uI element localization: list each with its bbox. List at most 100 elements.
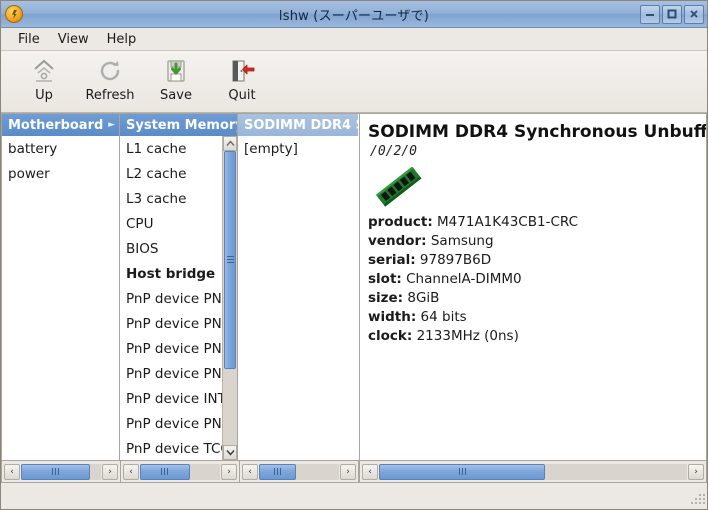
detail-property: width: 64 bits [368, 308, 706, 327]
up-arrow-icon [30, 56, 58, 86]
property-value: ChannelA-DIMM0 [401, 271, 522, 287]
list-item[interactable]: CPU [120, 212, 222, 237]
toolbar-label-save: Save [160, 88, 192, 103]
column-browser: Motherboard ► battery power System Memor… [1, 113, 359, 483]
scroll-right-button[interactable]: › [340, 463, 356, 480]
title-bar[interactable]: lshw (スーパーユーザで) [1, 1, 707, 28]
column-header-sodimm[interactable]: SODIMM DDR4 S [238, 114, 358, 136]
memory-module-icon [372, 166, 426, 207]
hscroll-thumb [140, 463, 190, 480]
browser-column-system-memory: System Memory L1 cache L2 cache L3 cache CP… [120, 114, 238, 460]
column-header-label: SODIMM DDR4 S [244, 117, 358, 133]
toolbar-label-up: Up [35, 88, 53, 103]
toolbar-button-up[interactable]: Up [11, 56, 77, 110]
column-list-sodimm: [empty] [238, 136, 358, 460]
detail-path: /0/2/0 [370, 144, 417, 159]
scroll-right-button[interactable]: › [221, 463, 237, 480]
list-item[interactable]: Host bridge [120, 262, 222, 287]
hscrollbar-detail[interactable]: ‹ › [359, 461, 707, 483]
toolbar: Up Refresh Save Quit [1, 51, 707, 113]
main-content: Motherboard ► battery power System Memor… [1, 113, 707, 483]
vertical-scrollbar[interactable] [222, 136, 237, 460]
detail-property: slot: ChannelA-DIMM0 [368, 270, 706, 289]
toolbar-button-refresh[interactable]: Refresh [77, 56, 143, 110]
scroll-grip-icon [51, 468, 59, 475]
detail-title: SODIMM DDR4 Synchronous Unbuffe [368, 122, 706, 142]
property-key: size: [368, 290, 404, 306]
detail-properties: product: M471A1K43CB1-CRC vendor: Samsung… [368, 213, 706, 346]
lshw-window: lshw (スーパーユーザで) File View Help Up Refres… [0, 0, 708, 510]
hscroll-track[interactable] [259, 463, 339, 480]
menu-view[interactable]: View [49, 30, 98, 49]
toolbar-button-quit[interactable]: Quit [209, 56, 275, 110]
window-controls [640, 4, 704, 24]
list-item[interactable]: battery [2, 137, 119, 162]
scroll-grip-icon [273, 468, 281, 475]
detail-pane-wrapper: SODIMM DDR4 Synchronous Unbuffe /0/2/0 p… [359, 113, 707, 483]
list-item[interactable]: L2 cache [120, 162, 222, 187]
browser-column-motherboard: Motherboard ► battery power [2, 114, 120, 460]
toolbar-label-refresh: Refresh [85, 88, 135, 103]
scroll-down-button[interactable] [223, 445, 237, 460]
list-item[interactable]: BIOS [120, 237, 222, 262]
detail-pane: SODIMM DDR4 Synchronous Unbuffe /0/2/0 p… [359, 113, 707, 461]
menu-help[interactable]: Help [98, 30, 146, 49]
scroll-right-button[interactable]: › [688, 463, 704, 480]
property-key: vendor: [368, 233, 427, 249]
vertical-scroll-track[interactable] [223, 151, 237, 445]
scroll-up-button[interactable] [223, 136, 237, 151]
column-list-motherboard: battery power [2, 136, 119, 460]
hscroll-thumb [259, 463, 296, 480]
status-bar [1, 483, 707, 509]
menu-file[interactable]: File [9, 30, 49, 49]
quit-icon [228, 56, 256, 86]
list-item[interactable]: PnP device PNP [120, 337, 222, 362]
list-item[interactable]: PnP device TCO [120, 437, 222, 460]
resize-grip-icon[interactable] [691, 494, 705, 507]
hscroll-track[interactable] [379, 463, 687, 480]
minimize-button[interactable] [640, 4, 660, 24]
list-item[interactable]: L1 cache [120, 137, 222, 162]
scroll-left-button[interactable]: ‹ [123, 463, 139, 480]
detail-property: vendor: Samsung [368, 232, 706, 251]
list-item[interactable]: L3 cache [120, 187, 222, 212]
list-item[interactable]: PnP device PNP [120, 362, 222, 387]
property-value: M471A1K43CB1-CRC [432, 214, 579, 230]
scroll-left-button[interactable]: ‹ [362, 463, 378, 480]
scroll-grip-icon [161, 468, 169, 475]
scroll-left-button[interactable]: ‹ [242, 463, 258, 480]
hscrollbar-column-3[interactable]: ‹ › [239, 461, 359, 483]
hscrollbar-column-2[interactable]: ‹ › [120, 461, 239, 483]
property-key: width: [368, 309, 417, 325]
list-item[interactable]: power [2, 162, 119, 187]
list-item[interactable]: PnP device PNP [120, 287, 222, 312]
maximize-button[interactable] [662, 4, 682, 24]
property-key: clock: [368, 328, 413, 344]
scroll-grip-icon [226, 256, 234, 264]
hscroll-track[interactable] [140, 463, 220, 480]
list-item[interactable]: PnP device INT [120, 387, 222, 412]
list-item[interactable]: PnP device PNP [120, 312, 222, 337]
property-key: product: [368, 214, 433, 230]
vertical-scroll-thumb[interactable] [224, 151, 236, 369]
column-header-label: System Memory [126, 117, 237, 133]
column-header-motherboard[interactable]: Motherboard ► [2, 114, 119, 136]
hscroll-track[interactable] [21, 463, 101, 480]
detail-hscrollbar-row: ‹ › [359, 461, 707, 483]
hscroll-thumb [379, 463, 546, 480]
property-value: 2133MHz (0ns) [412, 328, 519, 344]
column-list-system-memory: L1 cache L2 cache L3 cache CPU BIOS Host brid… [120, 136, 237, 460]
property-value: Samsung [426, 233, 494, 249]
list-item[interactable]: [empty] [238, 137, 358, 162]
column-header-system-memory[interactable]: System Memory [120, 114, 237, 136]
close-button[interactable] [684, 4, 704, 24]
scroll-left-button[interactable]: ‹ [4, 463, 20, 480]
hscrollbar-column-1[interactable]: ‹ › [1, 461, 120, 483]
toolbar-button-save[interactable]: Save [143, 56, 209, 110]
scroll-right-button[interactable]: › [102, 463, 118, 480]
list-item[interactable]: PnP device PNP [120, 412, 222, 437]
toolbar-label-quit: Quit [228, 88, 256, 103]
scroll-grip-icon [458, 468, 466, 475]
browser-column-sodimm: SODIMM DDR4 S [empty] [238, 114, 358, 460]
column-hscrollbars: ‹ › ‹ › ‹ › [1, 461, 359, 483]
